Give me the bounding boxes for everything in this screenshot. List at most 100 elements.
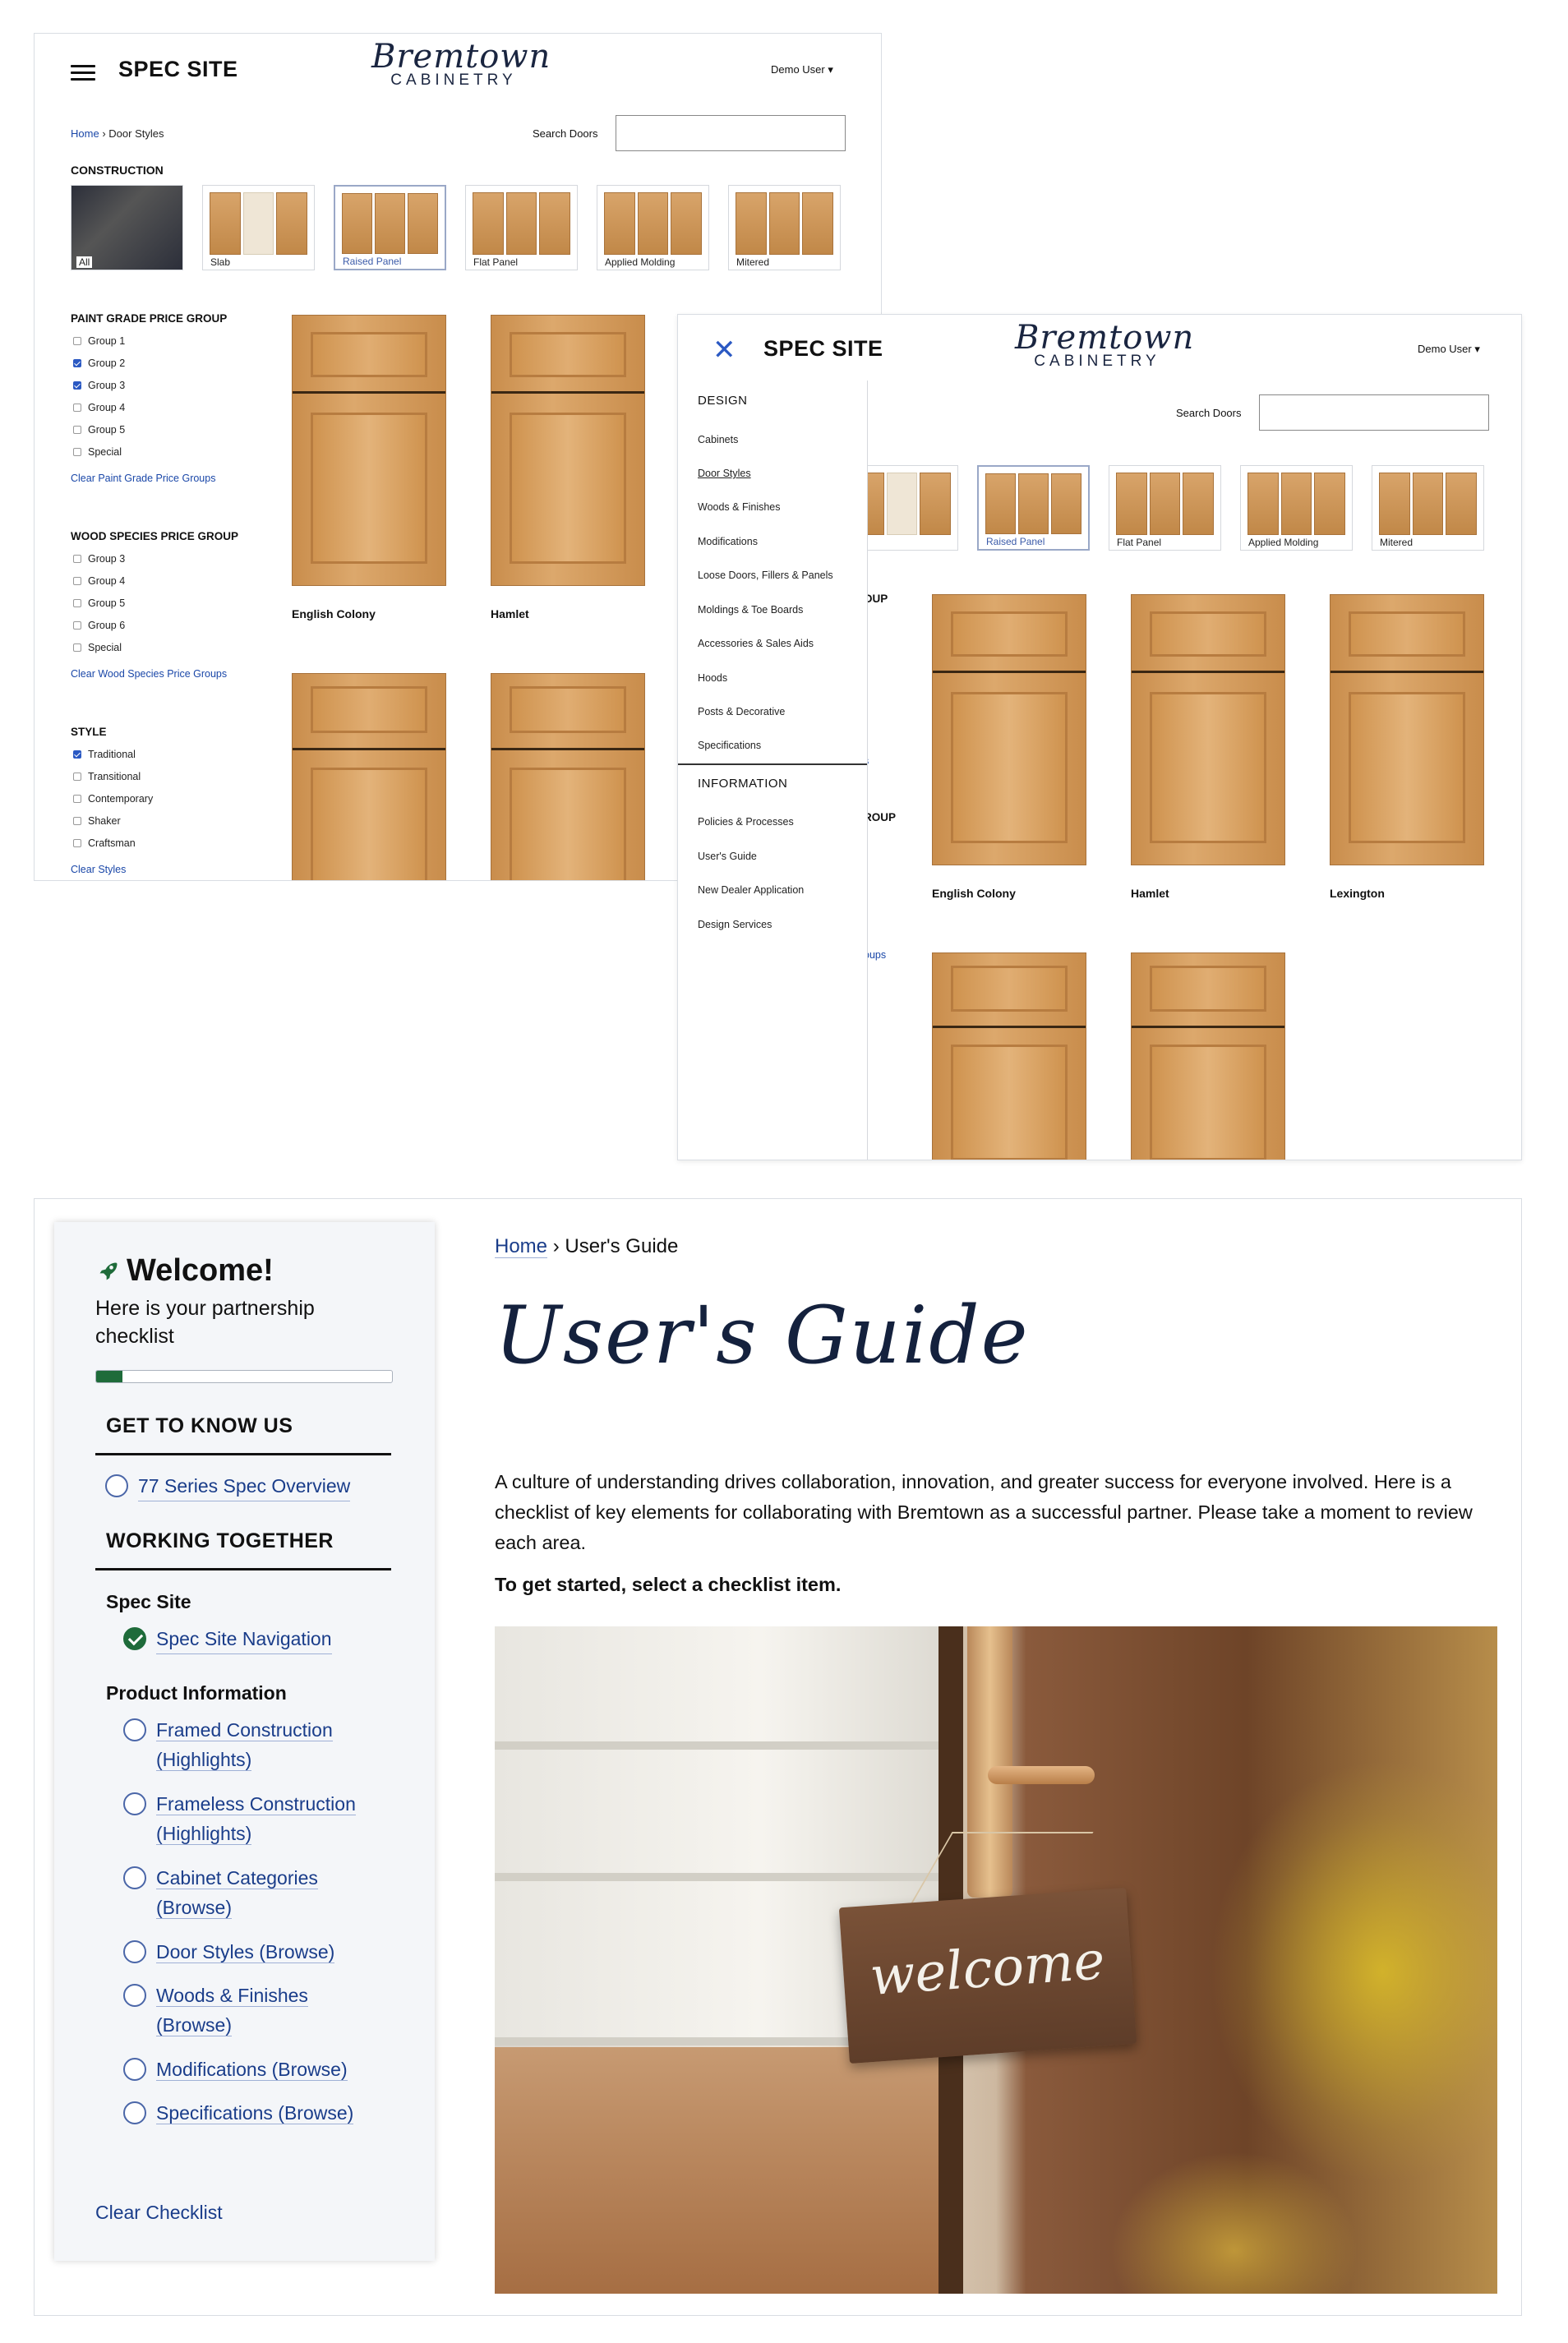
drawer-item-hoods[interactable]: Hoods: [698, 672, 727, 684]
paint-group-1[interactable]: Group 1: [73, 335, 125, 347]
style-transitional[interactable]: Transitional: [73, 771, 141, 782]
breadcrumb: Home › Door Styles: [71, 127, 164, 140]
progress-bar: [95, 1370, 393, 1383]
bremtown-logo[interactable]: Bremtown CABINETRY: [1015, 321, 1193, 371]
wood-group-5[interactable]: Group 5: [73, 597, 125, 609]
clear-styles-link[interactable]: Clear Styles: [71, 864, 126, 875]
site-title[interactable]: SPEC SITE: [763, 336, 883, 362]
drawer-item-new-dealer[interactable]: New Dealer Application: [698, 884, 804, 896]
breadcrumb-home[interactable]: Home: [71, 127, 99, 140]
drawer-item-door-styles[interactable]: Door Styles: [698, 468, 751, 479]
checkbox-icon: [73, 817, 81, 825]
door-name[interactable]: English Colony: [932, 887, 1016, 900]
checklist-item[interactable]: Framed Construction (Highlights): [123, 1715, 386, 1774]
unchecked-circle-icon: [123, 1940, 146, 1963]
unchecked-circle-icon: [123, 1866, 146, 1889]
door-image-hamlet[interactable]: [1131, 594, 1285, 865]
style-shaker[interactable]: Shaker: [73, 815, 121, 827]
breadcrumb: Home › User's Guide: [495, 1235, 678, 1258]
group-title-working-together: WORKING TOGETHER: [106, 1529, 334, 1552]
drawer-information-heading: INFORMATION: [698, 777, 788, 791]
unchecked-circle-icon: [123, 1984, 146, 2007]
drawer-item-modifications[interactable]: Modifications: [698, 536, 758, 547]
checklist-item[interactable]: Specifications (Browse): [123, 2098, 386, 2128]
search-input[interactable]: [1259, 394, 1489, 431]
wood-special[interactable]: Special: [73, 642, 122, 653]
wood-group-6[interactable]: Group 6: [73, 620, 125, 631]
unchecked-circle-icon: [123, 1718, 146, 1741]
door-name[interactable]: Lexington: [1330, 887, 1385, 900]
construction-heading: CONSTRUCTION: [71, 164, 164, 177]
drawer-item-loose-doors[interactable]: Loose Doors, Fillers & Panels: [698, 570, 833, 581]
door-image-hamlet[interactable]: [491, 315, 645, 586]
checkbox-icon: [73, 577, 81, 585]
clear-wood-groups-link[interactable]: Clear Wood Species Price Groups: [71, 668, 227, 680]
construction-mitered[interactable]: Mitered: [728, 185, 841, 270]
style-contemporary[interactable]: Contemporary: [73, 793, 153, 805]
drawer-item-accessories[interactable]: Accessories & Sales Aids: [698, 638, 814, 649]
construction-raised-panel[interactable]: Raised Panel: [977, 465, 1090, 551]
construction-raised-panel[interactable]: Raised Panel: [334, 185, 446, 270]
paint-special[interactable]: Special: [73, 446, 122, 458]
construction-all[interactable]: All: [71, 185, 183, 270]
checklist-item[interactable]: Cabinet Categories (Browse): [123, 1863, 386, 1922]
door-name[interactable]: English Colony: [292, 607, 376, 620]
door-image[interactable]: [1131, 952, 1285, 1160]
drawer-item-moldings[interactable]: Moldings & Toe Boards: [698, 604, 803, 616]
drawer-item-posts[interactable]: Posts & Decorative: [698, 706, 785, 717]
construction-flat-panel[interactable]: Flat Panel: [465, 185, 578, 270]
clear-checklist-link[interactable]: Clear Checklist: [95, 2202, 223, 2224]
door-image-english-colony[interactable]: [932, 594, 1086, 865]
checkbox-icon: [73, 773, 81, 781]
checklist-item-done[interactable]: Spec Site Navigation: [123, 1624, 332, 1654]
checklist-item[interactable]: Modifications (Browse): [123, 2055, 386, 2084]
door-image[interactable]: [932, 952, 1086, 1160]
construction-mitered[interactable]: Mitered: [1372, 465, 1484, 551]
wood-group-3[interactable]: Group 3: [73, 553, 125, 565]
site-title[interactable]: SPEC SITE: [118, 57, 238, 82]
construction-applied-molding[interactable]: Applied Molding: [1240, 465, 1353, 551]
checkbox-icon: [73, 795, 81, 803]
user-menu[interactable]: Demo User ▾: [771, 63, 833, 76]
paint-group-3[interactable]: Group 3: [73, 380, 125, 391]
door-name[interactable]: Hamlet: [1131, 887, 1169, 900]
paint-group-2[interactable]: Group 2: [73, 357, 125, 369]
paint-group-5[interactable]: Group 5: [73, 424, 125, 436]
progress-fill: [96, 1371, 123, 1382]
checklist-item[interactable]: Frameless Construction (Highlights): [123, 1789, 386, 1848]
page-title: User's Guide: [495, 1289, 1030, 1381]
checklist-item[interactable]: Door Styles (Browse): [123, 1937, 386, 1967]
breadcrumb-home[interactable]: Home: [495, 1235, 548, 1258]
checklist-sidebar: Welcome! Here is your partnership checkl…: [54, 1222, 435, 2261]
style-traditional[interactable]: Traditional: [73, 749, 136, 760]
door-image-lexington[interactable]: [1330, 594, 1484, 865]
search-input[interactable]: [616, 115, 846, 151]
door-image[interactable]: [292, 673, 446, 880]
group-divider: [95, 1568, 391, 1570]
user-menu[interactable]: Demo User ▾: [1418, 343, 1480, 356]
checkbox-icon: [73, 555, 81, 563]
construction-flat-panel[interactable]: Flat Panel: [1109, 465, 1221, 551]
drawer-item-users-guide[interactable]: User's Guide: [698, 851, 757, 862]
door-image[interactable]: [491, 673, 645, 880]
get-started-text: To get started, select a checklist item.: [495, 1574, 842, 1595]
door-image-english-colony[interactable]: [292, 315, 446, 586]
drawer-item-policies[interactable]: Policies & Processes: [698, 816, 794, 828]
door-name[interactable]: Hamlet: [491, 607, 529, 620]
style-craftsman[interactable]: Craftsman: [73, 837, 136, 849]
drawer-item-cabinets[interactable]: Cabinets: [698, 434, 738, 445]
paint-group-4[interactable]: Group 4: [73, 402, 125, 413]
checklist-item[interactable]: 77 Series Spec Overview: [105, 1471, 351, 1501]
construction-applied-molding[interactable]: Applied Molding: [597, 185, 709, 270]
drawer-item-specifications[interactable]: Specifications: [698, 740, 761, 751]
construction-slab[interactable]: Slab: [202, 185, 315, 270]
search-label: Search Doors: [533, 127, 598, 140]
wood-group-4[interactable]: Group 4: [73, 575, 125, 587]
clear-paint-groups-link[interactable]: Clear Paint Grade Price Groups: [71, 473, 215, 484]
drawer-item-woods-finishes[interactable]: Woods & Finishes: [698, 501, 781, 513]
drawer-item-design-services[interactable]: Design Services: [698, 919, 772, 930]
checklist-item[interactable]: Woods & Finishes (Browse): [123, 1981, 386, 2040]
close-icon[interactable]: ✕: [713, 336, 736, 364]
hamburger-menu-icon[interactable]: [71, 65, 95, 81]
bremtown-logo[interactable]: Bremtown CABINETRY: [371, 40, 550, 90]
